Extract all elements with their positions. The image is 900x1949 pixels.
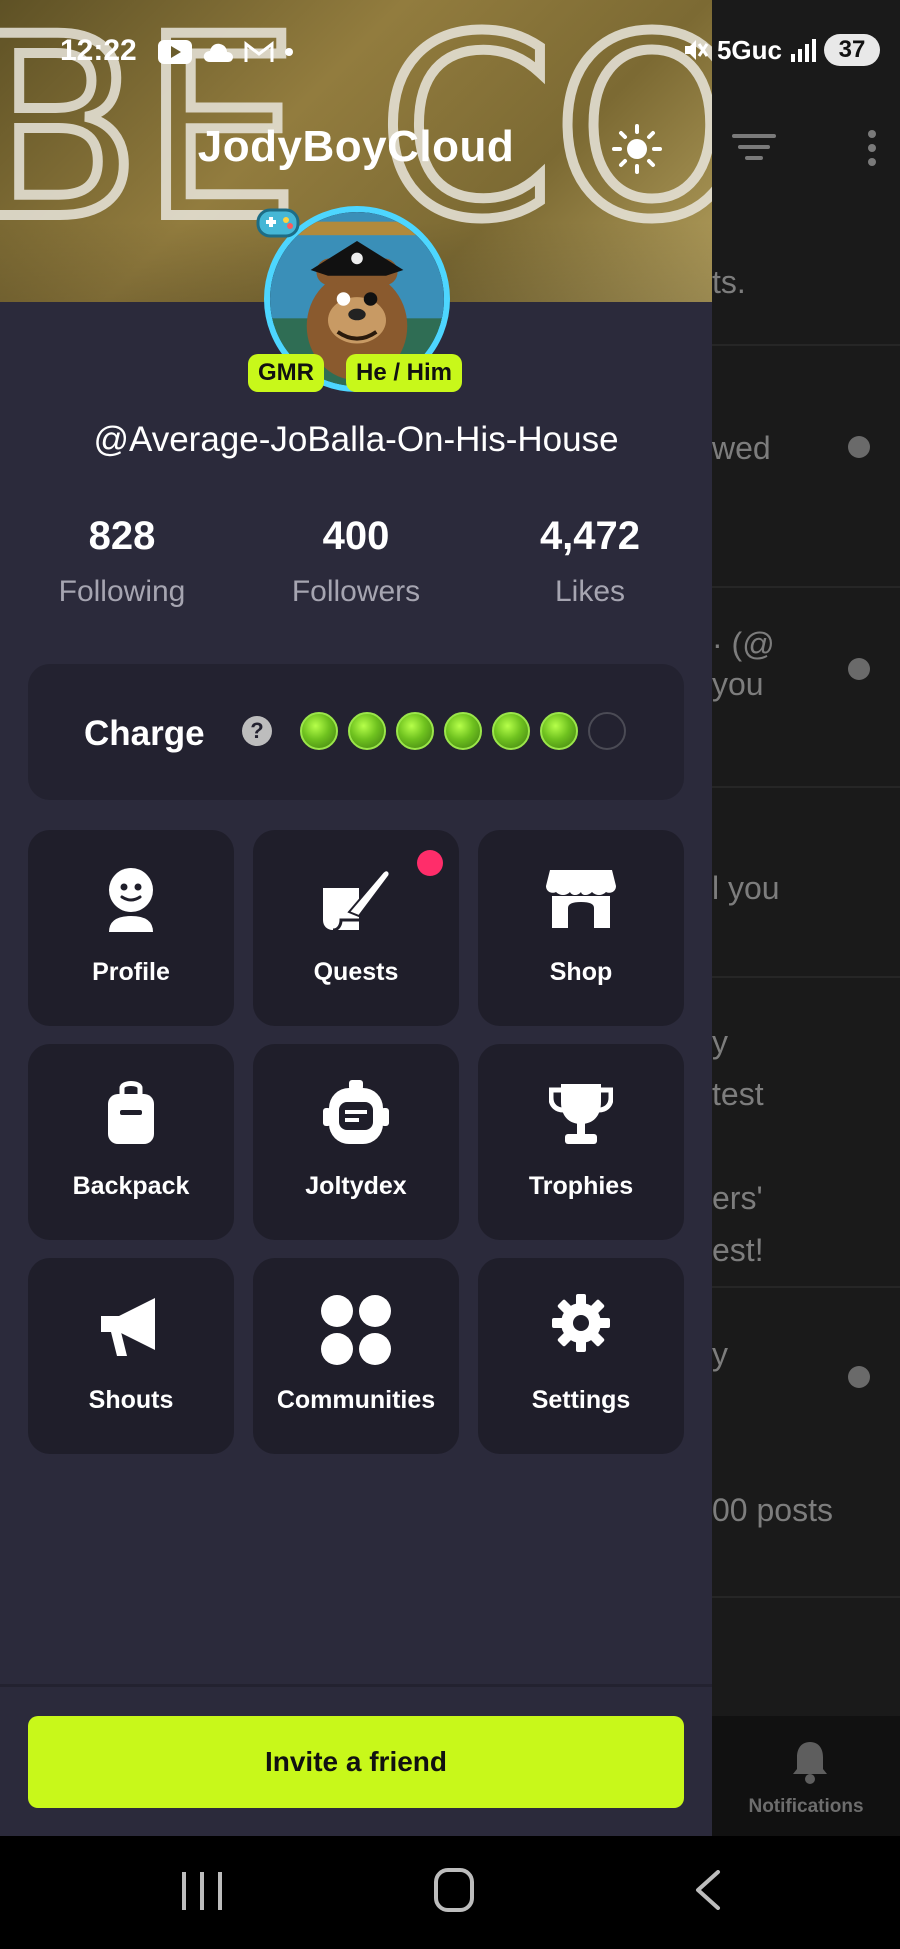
cloud-icon: [203, 43, 233, 62]
feed-row[interactable]: l you: [712, 788, 900, 978]
stat-following[interactable]: 828 Following: [22, 514, 222, 609]
profile-drawer: BE COO JodyBoyCloud: [0, 0, 712, 1836]
stat-value: 828: [88, 514, 156, 558]
feed-row-text: y 00 posts: [712, 1336, 833, 1528]
menu-tile-label: Profile: [92, 958, 170, 986]
trophy-icon: [549, 1084, 613, 1144]
menu-tile-communities[interactable]: Communities: [253, 1258, 459, 1454]
system-navigation-bar: [0, 1836, 900, 1949]
menu-tile-label: Settings: [531, 1386, 631, 1414]
joltydex-device-icon: [323, 1080, 389, 1144]
back-icon[interactable]: [690, 1870, 726, 1910]
menu-tile-backpack[interactable]: Backpack: [28, 1044, 234, 1240]
menu-tile-joltydex[interactable]: Joltydex: [253, 1044, 459, 1240]
more-options-icon[interactable]: [868, 130, 878, 172]
status-system-icons: 5Guc 37: [681, 34, 880, 66]
quest-scroll-icon: [323, 869, 391, 932]
megaphone-icon: [101, 1298, 155, 1356]
badge-pronouns[interactable]: He / Him: [346, 354, 463, 392]
charge-label: Charge: [84, 714, 205, 753]
charge-dot-filled: [348, 712, 386, 750]
menu-tile-shouts[interactable]: Shouts: [28, 1258, 234, 1454]
charge-dot-filled: [300, 712, 338, 750]
feed-row-text: ts.: [712, 264, 746, 300]
menu-tile-trophies[interactable]: Trophies: [478, 1044, 684, 1240]
menu-tile-profile[interactable]: Profile: [28, 830, 234, 1026]
menu-tile-label: Trophies: [528, 1172, 634, 1200]
stat-value: 400: [322, 514, 390, 558]
status-time: 12:22: [60, 34, 137, 67]
unread-dot: [848, 658, 870, 680]
charge-dots: [300, 712, 626, 750]
stat-followers[interactable]: 400 Followers: [256, 514, 456, 609]
signal-icon: [791, 39, 816, 62]
feed-row[interactable]: · (@ you: [712, 588, 900, 788]
menu-tile-label: Backpack: [72, 1172, 190, 1200]
charge-dot-filled: [396, 712, 434, 750]
home-icon[interactable]: [434, 1868, 474, 1912]
stat-value: 4,472: [539, 514, 641, 558]
badge-gmr[interactable]: GMR: [248, 354, 324, 392]
stat-label: Following: [58, 575, 186, 608]
recent-apps-icon[interactable]: [182, 1872, 222, 1910]
menu-tile-label: Communities: [276, 1386, 436, 1414]
network-type: 5Guc: [716, 34, 782, 65]
menu-tile-label: Joltydex: [305, 1172, 407, 1200]
charge-dot-empty: [588, 712, 626, 750]
store-icon: [546, 870, 616, 928]
profile-display-name: JodyBoyCloud: [197, 122, 515, 171]
menu-tile-settings[interactable]: Settings: [478, 1258, 684, 1454]
menu-tile-label: Quests: [313, 958, 399, 986]
invite-friend-button[interactable]: Invite a friend: [28, 1716, 684, 1808]
feed-row[interactable]: y 00 posts: [712, 1288, 900, 1598]
charge-dot-filled: [540, 712, 578, 750]
menu-tile-shop[interactable]: Shop: [478, 830, 684, 1026]
stat-label: Followers: [291, 575, 421, 608]
filter-icon[interactable]: [732, 134, 776, 164]
bell-icon[interactable]: [790, 1738, 830, 1786]
gamepad-decoration-icon: [256, 208, 300, 238]
menu-tile-quests[interactable]: Quests: [253, 830, 459, 1026]
battery-level: 37: [824, 34, 880, 66]
dot-icon: [285, 48, 293, 56]
gmail-icon: [244, 41, 274, 62]
unread-dot: [848, 436, 870, 458]
feed-row[interactable]: ts.: [712, 244, 900, 346]
feed-row[interactable]: y test ers' est!: [712, 978, 900, 1288]
charge-dot-filled: [492, 712, 530, 750]
feed-row-text: wed: [712, 430, 771, 466]
youtube-icon: [158, 40, 192, 64]
mute-icon: [684, 40, 709, 60]
four-circles-icon: [321, 1295, 391, 1365]
feed-row-text: y test ers' est!: [712, 1024, 764, 1268]
menu-tile-label: Shop: [549, 958, 613, 986]
feed-row-text: · (@ you: [712, 626, 775, 702]
menu-tile-label: Shouts: [88, 1386, 174, 1414]
help-icon[interactable]: ?: [242, 716, 272, 746]
feed-row-text: l you: [712, 870, 780, 906]
stat-likes[interactable]: 4,472 Likes: [490, 514, 690, 609]
status-notification-icons: [158, 40, 294, 64]
feed-toolbar: [712, 130, 900, 170]
divider: [0, 1684, 712, 1687]
stat-label: Likes: [554, 575, 626, 608]
theme-toggle-sun-icon[interactable]: [612, 124, 662, 174]
charge-meter[interactable]: Charge ?: [28, 664, 684, 800]
profile-face-icon: [109, 868, 153, 932]
unread-dot: [848, 1366, 870, 1388]
charge-dot-filled: [444, 712, 482, 750]
backpack-icon: [108, 1081, 154, 1144]
profile-handle: @Average-JoBalla-On-His-House: [93, 420, 619, 459]
status-bar: 12:22 5Guc 37: [0, 30, 900, 80]
notifications-tab-label[interactable]: Notifications: [712, 1796, 900, 1818]
gear-icon: [552, 1294, 610, 1352]
feed-row[interactable]: wed: [712, 346, 900, 588]
